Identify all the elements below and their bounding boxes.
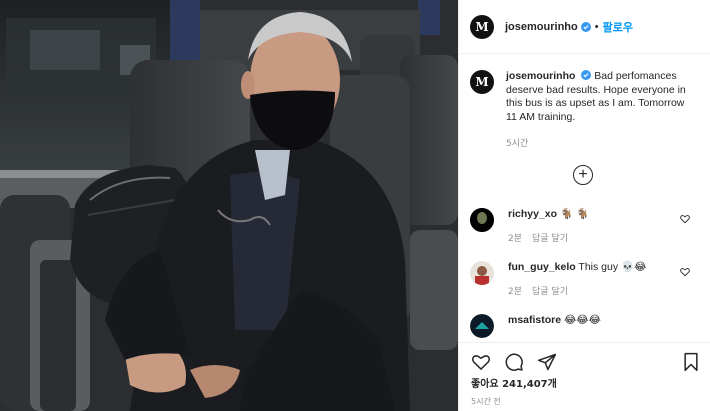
comment-item: fun_guy_kelo This guy 💀😂 2분 답글 달기 xyxy=(470,261,702,297)
header-separator: • xyxy=(594,20,599,33)
verified-badge-icon xyxy=(580,21,591,32)
reply-button[interactable]: 답글 달기 xyxy=(532,234,568,244)
share-icon[interactable] xyxy=(537,352,557,372)
header-username[interactable]: josemourinho xyxy=(505,21,578,33)
post-timestamp[interactable]: 5시간 전 xyxy=(471,396,501,407)
bus-interior-photo xyxy=(0,0,458,411)
comment-icon[interactable] xyxy=(504,352,524,372)
post-caption: M josemourinho Bad perfomances deserve b… xyxy=(470,70,702,124)
comment-text: This guy 💀😂 xyxy=(578,261,647,273)
profile-avatar[interactable]: M xyxy=(470,14,494,39)
caption-username[interactable]: josemourinho xyxy=(506,70,575,82)
follow-button[interactable]: 팔로우 xyxy=(603,19,633,35)
comment-avatar[interactable] xyxy=(470,261,494,285)
heart-icon[interactable] xyxy=(680,214,690,224)
comment-item: msafistore 😂😂😂 xyxy=(470,314,702,338)
comment-username[interactable]: richyy_xo xyxy=(508,208,557,220)
post-header: M josemourinho • 팔로우 xyxy=(459,0,710,54)
caption-avatar[interactable]: M xyxy=(470,70,494,94)
heart-icon[interactable] xyxy=(680,267,690,277)
comment-avatar[interactable] xyxy=(470,208,494,232)
comment-text: 🐐 🐐 xyxy=(559,208,590,220)
verified-badge-icon xyxy=(581,70,592,80)
caption-time[interactable]: 5시간 xyxy=(506,136,528,149)
comment-text: 😂😂😂 xyxy=(564,314,601,326)
reply-button[interactable]: 답글 달기 xyxy=(532,287,568,297)
caption-text-block: josemourinho Bad perfomances deserve bad… xyxy=(506,70,696,124)
comment-username[interactable]: fun_guy_kelo xyxy=(508,261,576,273)
comment-age[interactable]: 2분 xyxy=(508,234,522,244)
bookmark-icon[interactable] xyxy=(681,352,701,372)
plus-circle-icon[interactable]: + xyxy=(573,165,593,185)
post-sidebar: M josemourinho • 팔로우 M josemourinho Bad … xyxy=(458,0,710,411)
comment-item: richyy_xo 🐐 🐐 2분 답글 달기 xyxy=(470,208,702,244)
post-photo[interactable] xyxy=(0,0,458,411)
comment-age[interactable]: 2분 xyxy=(508,287,522,297)
likes-count[interactable]: 좋아요 241,407개 xyxy=(471,375,557,390)
comment-username[interactable]: msafistore xyxy=(508,314,561,326)
comment-avatar[interactable] xyxy=(470,314,494,338)
heart-icon[interactable] xyxy=(471,352,491,372)
